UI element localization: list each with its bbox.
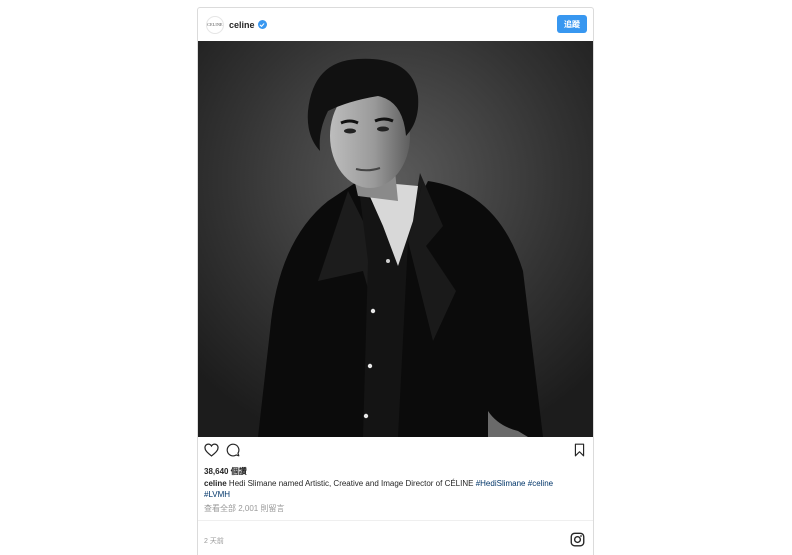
instagram-icon[interactable] xyxy=(570,532,585,552)
hashtag-hedislimane[interactable]: #HediSlimane xyxy=(476,479,526,488)
caption-username[interactable]: celine xyxy=(204,479,227,488)
post-photo[interactable] xyxy=(198,41,593,437)
verified-badge-icon xyxy=(257,20,267,29)
caption-text: Hedi Slimane named Artistic, Creative an… xyxy=(228,479,474,488)
post-timestamp[interactable]: 2 天前 xyxy=(204,536,224,546)
username-link[interactable]: celine xyxy=(229,20,255,30)
hashtag-lvmh[interactable]: #LVMH xyxy=(204,490,230,499)
view-all-comments-link[interactable]: 查看全部 2,001 則留言 xyxy=(204,503,284,514)
post-footer: 2 天前 xyxy=(198,520,593,555)
comment-icon[interactable] xyxy=(226,443,240,462)
follow-button[interactable]: 追蹤 xyxy=(557,15,587,33)
likes-count[interactable]: 38,640 個讚 xyxy=(204,466,247,477)
avatar[interactable]: CELINE xyxy=(206,15,224,34)
action-bar xyxy=(198,440,593,466)
hashtag-celine[interactable]: #celine xyxy=(528,479,553,488)
heart-icon[interactable] xyxy=(204,443,219,462)
post-caption: celine Hedi Slimane named Artistic, Crea… xyxy=(204,478,584,500)
bookmark-icon[interactable] xyxy=(574,443,585,462)
post-header: CELINE celine 追蹤 xyxy=(198,8,593,41)
instagram-embed: CELINE celine 追蹤 38,640 個讚 celine Hedi S… xyxy=(197,7,594,555)
